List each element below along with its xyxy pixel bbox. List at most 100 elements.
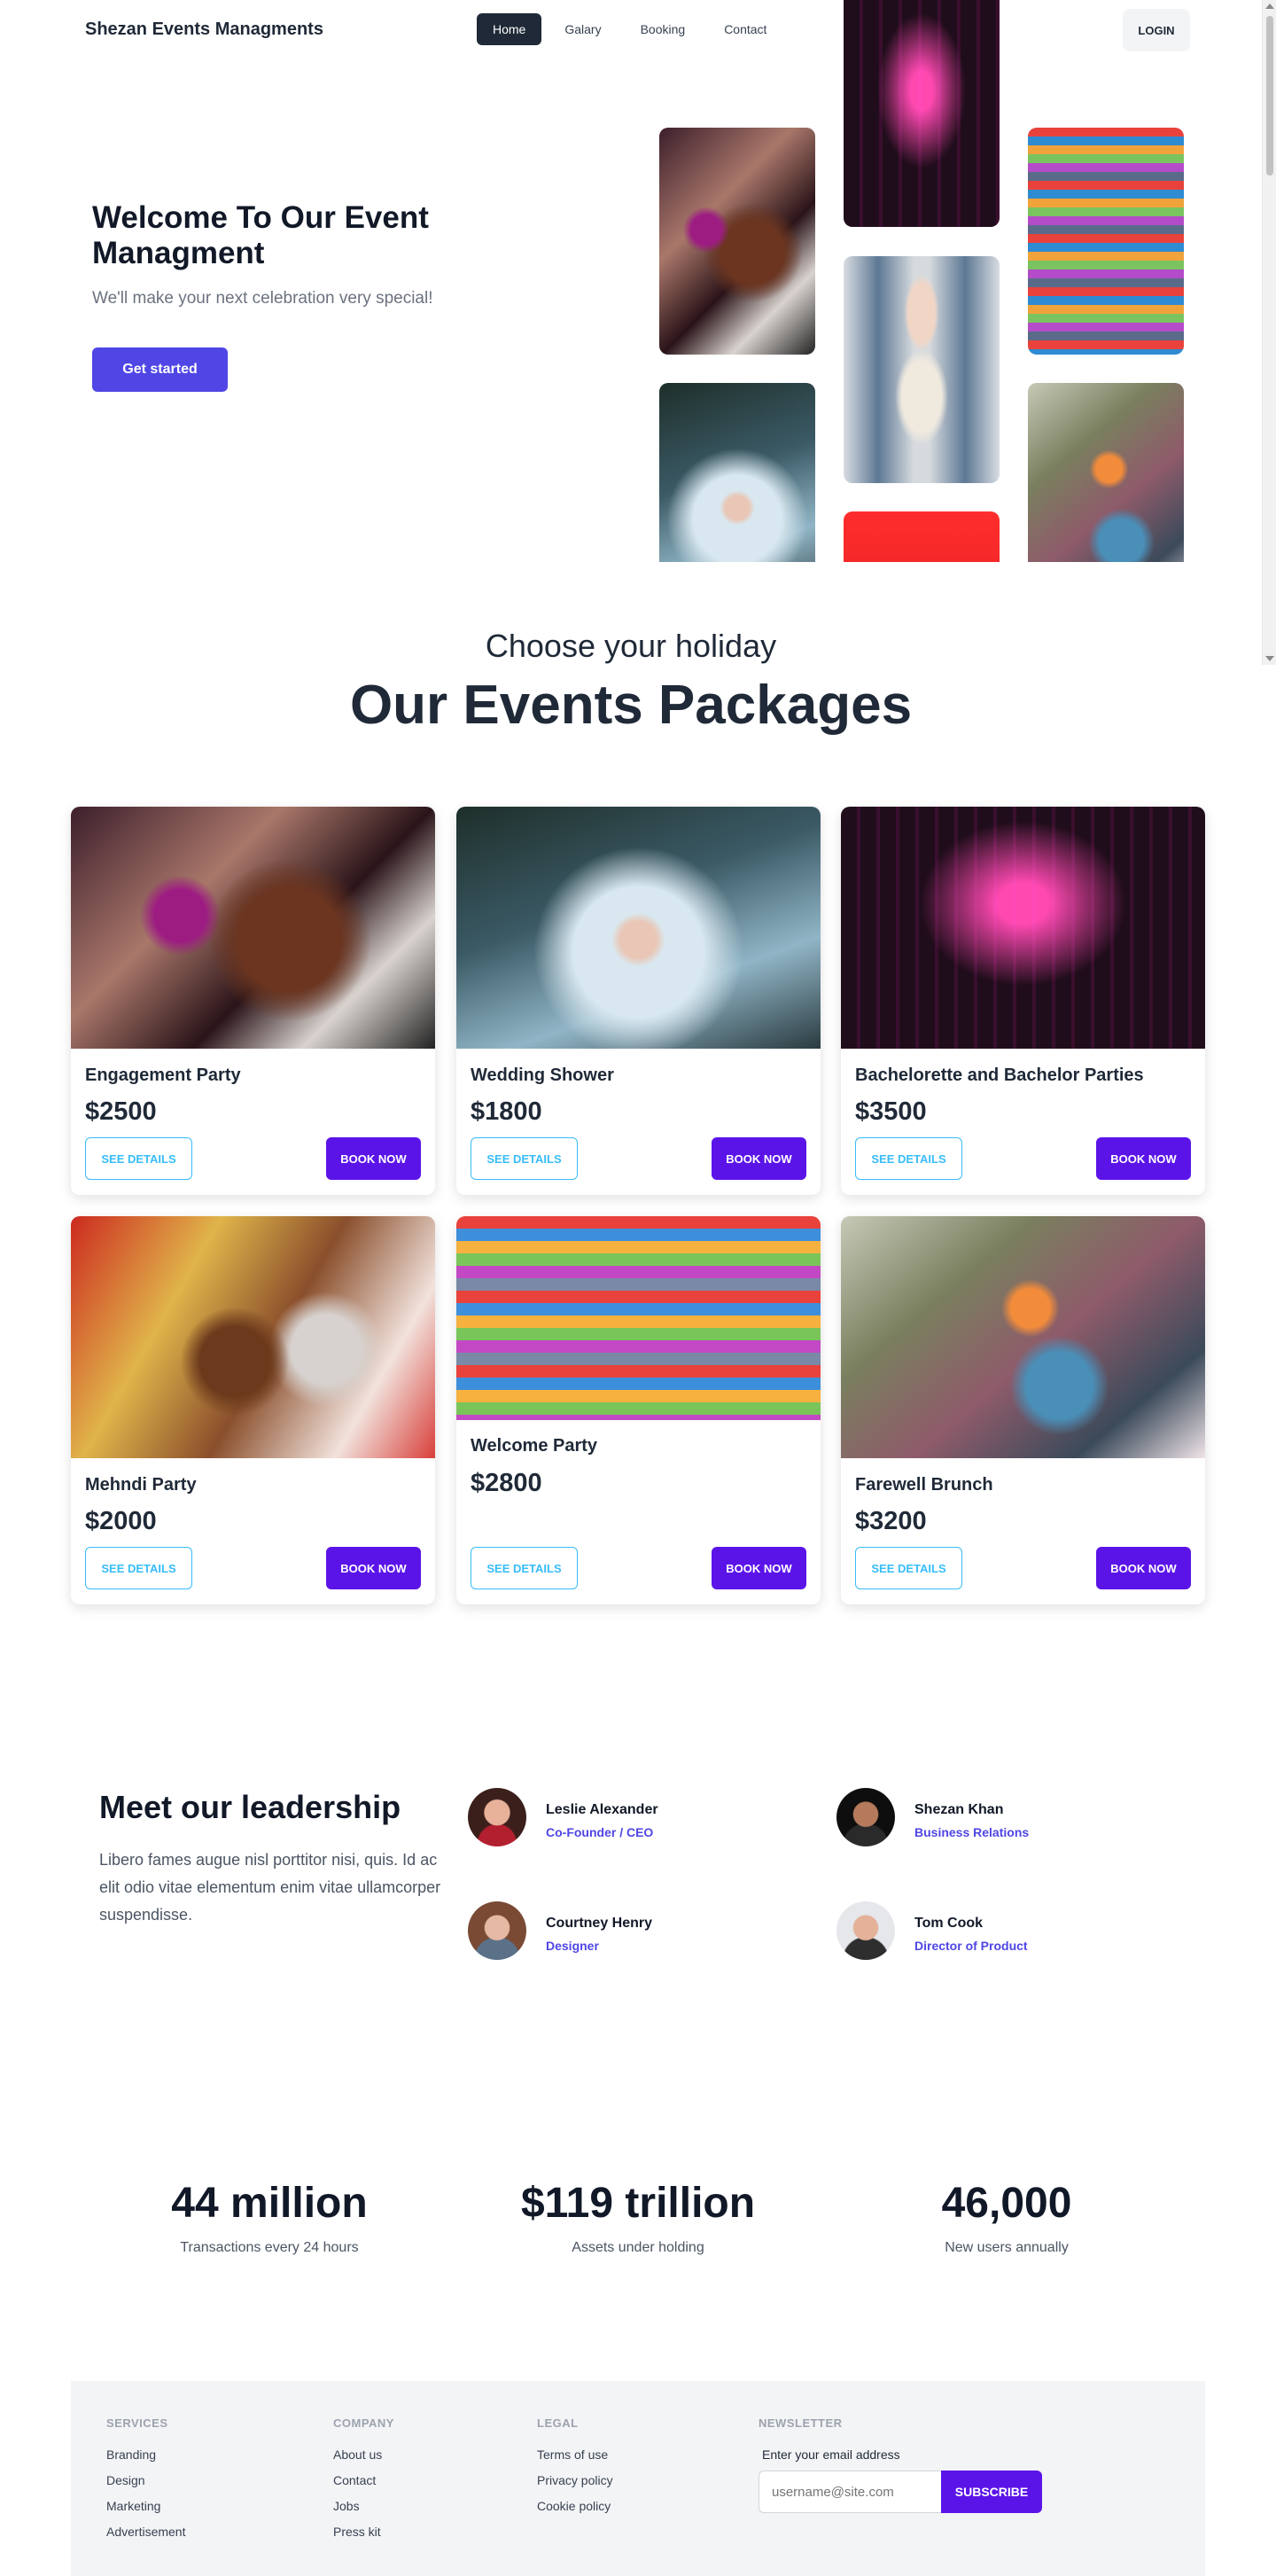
package-name: Mehndi Party xyxy=(85,1475,197,1495)
package-name: Wedding Shower xyxy=(471,1066,614,1085)
hero-image-water xyxy=(659,383,815,562)
avatar xyxy=(836,1788,895,1846)
footer-heading: Company xyxy=(333,2416,394,2430)
footer-company: Company About us Contact Jobs Press kit xyxy=(333,2416,394,2550)
stat-item: 46,000 New users annually xyxy=(838,2179,1175,2256)
stat-label: Transactions every 24 hours xyxy=(180,2240,359,2255)
package-price: $3500 xyxy=(855,1097,927,1126)
footer-heading: Newsletter xyxy=(759,2416,843,2430)
see-details-button[interactable]: SEE DETAILS xyxy=(855,1137,962,1180)
package-price: $2000 xyxy=(85,1507,157,1535)
scroll-up-arrow-icon[interactable] xyxy=(1265,4,1274,9)
footer-link-branding[interactable]: Branding xyxy=(106,2447,185,2462)
footer-newsletter: Newsletter Enter your email address SUBS… xyxy=(759,2416,1042,2513)
see-details-button[interactable]: SEE DETAILS xyxy=(85,1137,192,1180)
package-card-wedding-shower: Wedding Shower $1800 SEE DETAILS BOOK NO… xyxy=(456,807,821,1195)
footer-heading: Legal xyxy=(537,2416,579,2430)
leadership-title: Meet our leadership xyxy=(99,1789,401,1825)
footer-link-marketing[interactable]: Marketing xyxy=(106,2499,185,2513)
stat-value: 44 million xyxy=(171,2180,368,2227)
footer-link-press-kit[interactable]: Press kit xyxy=(333,2525,394,2539)
package-card-bachelor: Bachelorette and Bachelor Parties $3500 … xyxy=(841,807,1205,1195)
footer-legal: Legal Terms of use Privacy policy Cookie… xyxy=(537,2416,613,2525)
leader-role: Director of Product xyxy=(914,1939,1028,1953)
footer-heading: Services xyxy=(106,2416,168,2430)
package-name: Engagement Party xyxy=(85,1066,241,1085)
see-details-button[interactable]: SEE DETAILS xyxy=(85,1547,192,1589)
package-price: $2800 xyxy=(471,1469,542,1497)
see-details-button[interactable]: SEE DETAILS xyxy=(855,1547,962,1589)
book-now-button[interactable]: BOOK NOW xyxy=(1096,1547,1191,1589)
stat-item: $119 trillion Assets under holding xyxy=(470,2179,806,2256)
newsletter-label: Enter your email address xyxy=(762,2447,900,2462)
stat-value: $119 trillion xyxy=(520,2180,756,2227)
package-image xyxy=(71,1216,435,1458)
scroll-down-arrow-icon[interactable] xyxy=(1265,656,1274,661)
packages-pretitle: Choose your holiday xyxy=(485,628,777,664)
packages-title: Our Events Packages xyxy=(349,675,913,736)
leader-name: Tom Cook xyxy=(914,1916,984,1931)
stat-value: 46,000 xyxy=(941,2180,1072,2227)
stat-item: 44 million Transactions every 24 hours xyxy=(101,2179,438,2256)
leader-name: Shezan Khan xyxy=(914,1802,1004,1817)
package-card-mehndi: Mehndi Party $2000 SEE DETAILS BOOK NOW xyxy=(71,1216,435,1604)
package-card-welcome: Welcome Party $2800 SEE DETAILS BOOK NOW xyxy=(456,1216,821,1604)
book-now-button[interactable]: BOOK NOW xyxy=(326,1547,421,1589)
leader-card: Leslie Alexander Co-Founder / CEO xyxy=(468,1788,734,1846)
package-image xyxy=(456,1216,821,1420)
package-name: Farewell Brunch xyxy=(855,1475,993,1495)
hero-image-club xyxy=(844,0,1000,227)
footer-link-design[interactable]: Design xyxy=(106,2473,185,2487)
package-name: Bachelorette and Bachelor Parties xyxy=(855,1066,1144,1085)
leader-card: Courtney Henry Designer xyxy=(468,1901,734,1960)
scrollbar-thumb[interactable] xyxy=(1266,16,1273,176)
leadership-description: Libero fames augue nisl porttitor nisi, … xyxy=(99,1851,441,1924)
leader-card: Shezan Khan Business Relations xyxy=(836,1788,1102,1846)
package-card-farewell-brunch: Farewell Brunch $3200 SEE DETAILS BOOK N… xyxy=(841,1216,1205,1604)
avatar xyxy=(836,1901,895,1960)
newsletter-email-input[interactable] xyxy=(759,2471,941,2513)
hero-image-welcome xyxy=(1028,128,1184,355)
package-image xyxy=(841,807,1205,1049)
package-price: $1800 xyxy=(471,1097,542,1126)
book-now-button[interactable]: BOOK NOW xyxy=(1096,1137,1191,1180)
footer-link-terms[interactable]: Terms of use xyxy=(537,2447,613,2462)
leader-name: Leslie Alexander xyxy=(546,1802,658,1817)
newsletter-form: SUBSCRIBE xyxy=(759,2471,1042,2513)
avatar xyxy=(468,1901,526,1960)
book-now-button[interactable]: BOOK NOW xyxy=(712,1137,806,1180)
package-price: $2500 xyxy=(85,1097,157,1126)
hero-image-brunch xyxy=(1028,383,1184,562)
package-image xyxy=(456,807,821,1049)
package-name: Welcome Party xyxy=(471,1436,598,1456)
footer-link-cookie[interactable]: Cookie policy xyxy=(537,2499,613,2513)
subscribe-button[interactable]: SUBSCRIBE xyxy=(941,2471,1042,2513)
book-now-button[interactable]: BOOK NOW xyxy=(712,1547,806,1589)
leader-role: Business Relations xyxy=(914,1825,1030,1839)
leader-role: Co-Founder / CEO xyxy=(546,1825,654,1839)
footer-link-jobs[interactable]: Jobs xyxy=(333,2499,394,2513)
hero-image-woman xyxy=(844,256,1000,483)
stat-label: New users annually xyxy=(945,2240,1069,2255)
see-details-button[interactable]: SEE DETAILS xyxy=(471,1547,578,1589)
hero-image-grid xyxy=(0,0,1262,562)
package-price: $3200 xyxy=(855,1507,927,1535)
package-image xyxy=(841,1216,1205,1458)
leader-card: Tom Cook Director of Product xyxy=(836,1901,1102,1960)
avatar xyxy=(468,1788,526,1846)
footer-services: Services Branding Design Marketing Adver… xyxy=(106,2416,185,2550)
leader-role: Designer xyxy=(546,1939,599,1953)
footer-link-contact[interactable]: Contact xyxy=(333,2473,394,2487)
footer-link-privacy[interactable]: Privacy policy xyxy=(537,2473,613,2487)
see-details-button[interactable]: SEE DETAILS xyxy=(471,1137,578,1180)
hero-image-engagement xyxy=(659,128,815,355)
book-now-button[interactable]: BOOK NOW xyxy=(326,1137,421,1180)
footer: Services Branding Design Marketing Adver… xyxy=(71,2381,1205,2576)
package-image xyxy=(71,807,435,1049)
package-card-engagement: Engagement Party $2500 SEE DETAILS BOOK … xyxy=(71,807,435,1195)
page-scrollbar[interactable] xyxy=(1262,0,1276,665)
footer-link-advertisement[interactable]: Advertisement xyxy=(106,2525,185,2539)
leader-name: Courtney Henry xyxy=(546,1916,653,1931)
footer-link-about[interactable]: About us xyxy=(333,2447,394,2462)
hero-image-red xyxy=(844,511,1000,562)
